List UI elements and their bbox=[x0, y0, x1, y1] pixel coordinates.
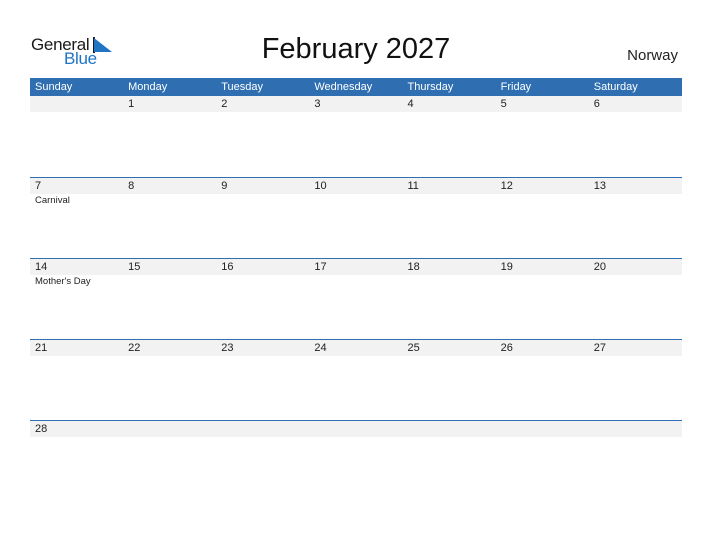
holiday-label bbox=[123, 194, 216, 208]
day-number[interactable]: 10 bbox=[309, 178, 402, 194]
day-number[interactable]: 22 bbox=[123, 340, 216, 356]
holiday-label bbox=[589, 275, 682, 289]
day-number[interactable]: 6 bbox=[589, 96, 682, 112]
day-number[interactable]: 5 bbox=[496, 96, 589, 112]
weeks-container: 1 2 3 4 5 6 7 8 9 10 11 12 13 Carnival 14 15 16 17 18 19 20 M… bbox=[30, 96, 682, 501]
holiday-label bbox=[589, 194, 682, 208]
day-number bbox=[216, 421, 309, 437]
day-number[interactable]: 16 bbox=[216, 259, 309, 275]
holiday-label bbox=[123, 275, 216, 289]
week-row: 123456 bbox=[30, 96, 682, 177]
day-number[interactable]: 2 bbox=[216, 96, 309, 112]
day-number[interactable]: 23 bbox=[216, 340, 309, 356]
day-number bbox=[123, 421, 216, 437]
day-number[interactable]: 20 bbox=[589, 259, 682, 275]
day-number[interactable]: 15 bbox=[123, 259, 216, 275]
weekday-tuesday: Tuesday bbox=[221, 81, 264, 93]
day-number[interactable]: 13 bbox=[589, 178, 682, 194]
weekday-sunday: Sunday bbox=[35, 81, 73, 93]
weekday-thursday: Thursday bbox=[407, 81, 454, 93]
holiday-label bbox=[403, 275, 496, 289]
day-number[interactable]: 21 bbox=[30, 340, 123, 356]
day-number-row: 14 15 16 17 18 19 20 bbox=[30, 259, 682, 275]
weekday-wednesday: Wednesday bbox=[314, 81, 373, 93]
holiday-label bbox=[216, 275, 309, 289]
week-row: 21 22 23 24 25 26 27 bbox=[30, 339, 682, 420]
day-number bbox=[309, 421, 402, 437]
day-number[interactable]: 3 bbox=[309, 96, 402, 112]
day-number-row: 21 22 23 24 25 26 27 bbox=[30, 340, 682, 356]
day-number[interactable]: 26 bbox=[496, 340, 589, 356]
weekday-header: Sunday Monday Tuesday Wednesday Thursday… bbox=[30, 78, 682, 96]
day-number[interactable]: 24 bbox=[309, 340, 402, 356]
day-number[interactable]: 12 bbox=[496, 178, 589, 194]
week-row: 7 8 9 10 11 12 13 Carnival bbox=[30, 177, 682, 258]
holiday-label bbox=[309, 194, 402, 208]
holiday-label bbox=[403, 194, 496, 208]
day-number[interactable]: 9 bbox=[216, 178, 309, 194]
holiday-label bbox=[216, 194, 309, 208]
holiday-label: Carnival bbox=[35, 195, 70, 206]
day-number-row: 7 8 9 10 11 12 13 bbox=[30, 178, 682, 194]
day-number[interactable]: 11 bbox=[403, 178, 496, 194]
day-number[interactable]: 17 bbox=[309, 259, 402, 275]
events-row: Carnival bbox=[30, 194, 682, 208]
day-number[interactable]: 18 bbox=[403, 259, 496, 275]
day-number[interactable]: 8 bbox=[123, 178, 216, 194]
day-number bbox=[403, 421, 496, 437]
day-number[interactable]: 25 bbox=[403, 340, 496, 356]
day-number bbox=[496, 421, 589, 437]
calendar-title: February 2027 bbox=[261, 33, 451, 65]
holiday-label bbox=[496, 194, 589, 208]
country-label: Norway bbox=[627, 47, 678, 64]
day-number[interactable]: 1 bbox=[123, 96, 216, 112]
holiday-label: Mother's Day bbox=[35, 276, 91, 287]
holiday-label bbox=[496, 275, 589, 289]
day-number bbox=[30, 96, 123, 112]
day-number[interactable]: 19 bbox=[496, 259, 589, 275]
holiday-label bbox=[309, 275, 402, 289]
events-row: Mother's Day bbox=[30, 275, 682, 289]
calendar-grid: Sunday Monday Tuesday Wednesday Thursday… bbox=[30, 78, 682, 501]
day-number[interactable]: 28 bbox=[30, 421, 123, 437]
day-number-row: 123456 bbox=[30, 96, 682, 112]
day-number[interactable]: 14 bbox=[30, 259, 123, 275]
day-number[interactable]: 27 bbox=[589, 340, 682, 356]
day-number[interactable]: 4 bbox=[403, 96, 496, 112]
weekday-saturday: Saturday bbox=[593, 81, 638, 93]
week-row: 14 15 16 17 18 19 20 Mother's Day bbox=[30, 258, 682, 339]
day-number-row: 28 bbox=[30, 421, 682, 437]
day-number bbox=[589, 421, 682, 437]
weekday-friday: Friday bbox=[500, 81, 532, 93]
weekday-monday: Monday bbox=[128, 81, 168, 93]
week-row: 28 bbox=[30, 420, 682, 501]
day-number[interactable]: 7 bbox=[30, 178, 123, 194]
